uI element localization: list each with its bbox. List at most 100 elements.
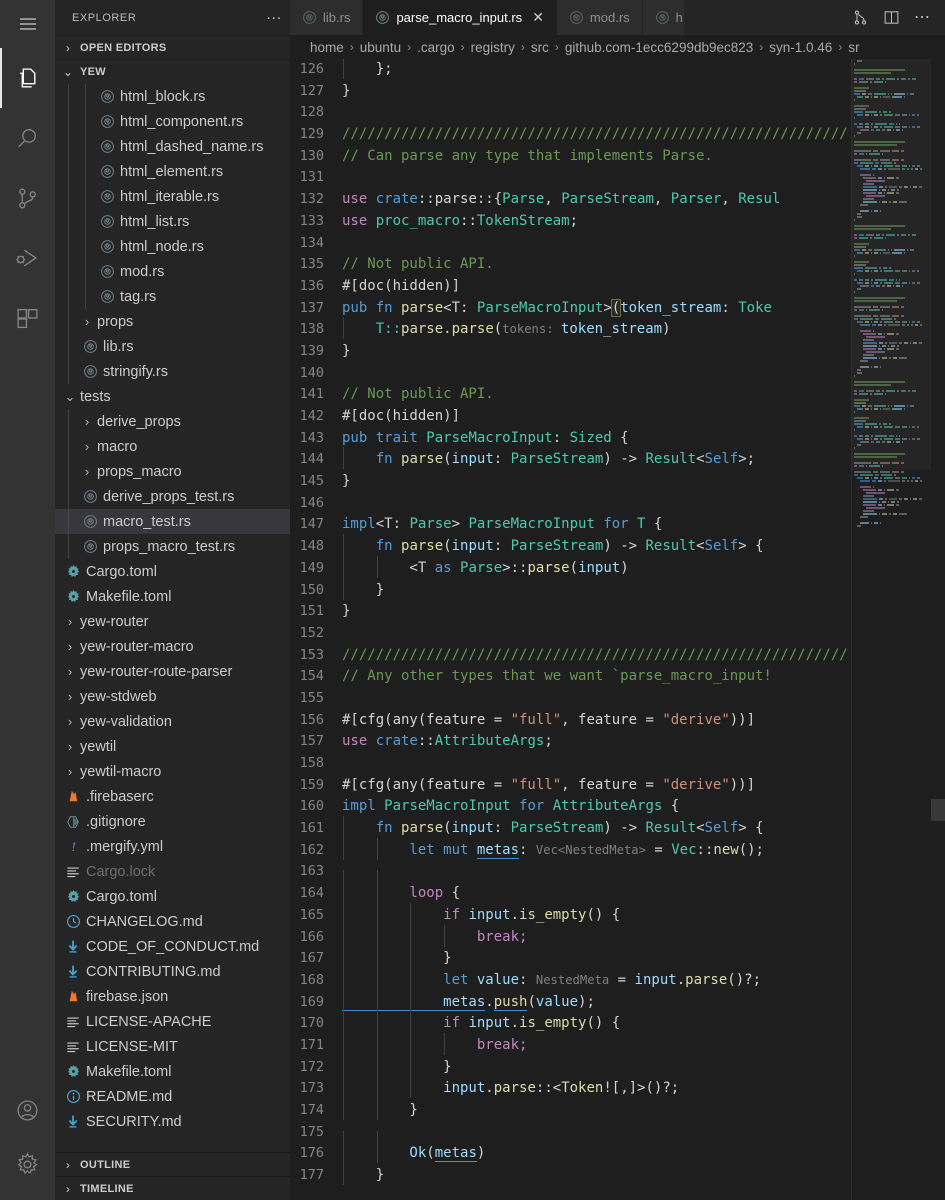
code-line[interactable]: 174 } [290, 1098, 945, 1122]
tree-item-security-md[interactable]: SECURITY.md [55, 1109, 290, 1134]
activitybar-item-manage[interactable] [0, 1140, 55, 1200]
code-line[interactable]: 141// Not public API. [290, 384, 945, 406]
code-lines[interactable]: 126 }; 127} 128 129////////////////////////… [290, 59, 945, 1187]
tree-item-html-component-rs[interactable]: html_component.rs [55, 109, 290, 134]
tree-item-yew-router-route-parser[interactable]: › yew-router-route-parser [55, 659, 290, 684]
code-line[interactable]: 149 <T as Parse>::parse(input) [290, 555, 945, 580]
minimap[interactable] [851, 59, 931, 1200]
code-line[interactable]: 159 #[cfg(any(feature = "full", feature =… [290, 775, 945, 797]
tree-item-yew-router[interactable]: › yew-router [55, 609, 290, 634]
tree-item-readme-md[interactable]: README.md [55, 1084, 290, 1109]
code-line[interactable]: 152 [290, 623, 945, 645]
code-line[interactable]: 155 [290, 688, 945, 710]
tree-item-props[interactable]: › props [55, 309, 290, 334]
code-line[interactable]: 128 [290, 102, 945, 124]
tree-item--firebaserc[interactable]: .firebaserc [55, 784, 290, 809]
activitybar-item-extensions[interactable] [0, 288, 55, 348]
tree-item--gitignore[interactable]: .gitignore [55, 809, 290, 834]
tree-item-derive-props-test-rs[interactable]: derive_props_test.rs [55, 484, 290, 509]
breadcrumb-item[interactable]: sr [848, 40, 859, 55]
tree-item-yew-router-macro[interactable]: › yew-router-macro [55, 634, 290, 659]
code-line[interactable]: 162 let mut metas: Vec<NestedMeta> = Vec… [290, 837, 945, 862]
code-line[interactable]: 154// Any other types that we want `pars… [290, 666, 945, 688]
tree-item-html-dashed-name-rs[interactable]: html_dashed_name.rs [55, 134, 290, 159]
code-line[interactable]: 129/////////////////////////////////////… [290, 124, 945, 146]
code-line[interactable]: 138 T::parse.parse(tokens: token_stream) [290, 317, 945, 341]
close-icon[interactable]: ✕ [532, 9, 544, 26]
more-actions-icon[interactable]: ⋯ [914, 9, 931, 25]
code-line[interactable]: 151} [290, 601, 945, 623]
tree-item-props-macro-test-rs[interactable]: props_macro_test.rs [55, 534, 290, 559]
code-line[interactable]: 156 #[cfg(any(feature = "full", feature =… [290, 710, 945, 732]
sidebar-section-yew[interactable]: ⌄ YEW [55, 59, 290, 83]
tree-item-yewtil-macro[interactable]: › yewtil-macro [55, 759, 290, 784]
code-line[interactable]: 132 use crate::parse::{Parse, ParseStream… [290, 189, 945, 211]
vertical-scrollbar[interactable] [931, 799, 945, 821]
split-editor-icon[interactable] [883, 9, 900, 26]
tree-item-html-list-rs[interactable]: html_list.rs [55, 209, 290, 234]
tree-item-html-iterable-rs[interactable]: html_iterable.rs [55, 184, 290, 209]
tree-item-firebase-json[interactable]: firebase.json [55, 984, 290, 1009]
code-line[interactable]: 173 input.parse::<Token![,]>()?; [290, 1076, 945, 1100]
code-line[interactable]: 153/////////////////////////////////////… [290, 645, 945, 667]
activitybar-item-source-control[interactable] [0, 168, 55, 228]
code-line[interactable]: 140 [290, 363, 945, 385]
tree-item-tests[interactable]: ⌄ tests [55, 384, 290, 409]
breadcrumb-item[interactable]: github.com-1ecc6299db9ec823 [565, 40, 753, 55]
tree-item-code-of-conduct-md[interactable]: CODE_OF_CONDUCT.md [55, 934, 290, 959]
breadcrumb-item[interactable]: src [531, 40, 549, 55]
sidebar-section-timeline[interactable]: › TIMELINE [55, 1176, 290, 1200]
code-line[interactable]: 142 #[doc(hidden)] [290, 406, 945, 428]
code-line[interactable]: 139} [290, 341, 945, 363]
tree-item-cargo-lock[interactable]: Cargo.lock [55, 859, 290, 884]
tree-item-tag-rs[interactable]: tag.rs [55, 284, 290, 309]
tab-lib-rs[interactable]: lib.rs [290, 0, 364, 35]
code-line[interactable]: 158 [290, 753, 945, 775]
breadcrumb-item[interactable]: syn-1.0.46 [769, 40, 832, 55]
code-line[interactable]: 160 impl ParseMacroInput for AttributeArg… [290, 796, 945, 818]
tree-item-yewtil[interactable]: › yewtil [55, 734, 290, 759]
activitybar-item-explorer[interactable] [0, 48, 55, 108]
sidebar-more-actions-icon[interactable]: ... [266, 7, 282, 25]
code-line[interactable]: 157 use crate::AttributeArgs; [290, 731, 945, 753]
tree-item-contributing-md[interactable]: CONTRIBUTING.md [55, 959, 290, 984]
code-line[interactable]: 130// Can parse any type that implements… [290, 146, 945, 168]
code-line[interactable]: 164 loop { [290, 881, 945, 905]
code-line[interactable]: 147 impl<T: Parse> ParseMacroInput for T … [290, 514, 945, 536]
code-line[interactable]: 134 [290, 233, 945, 255]
tree-item-license-mit[interactable]: LICENSE-MIT [55, 1034, 290, 1059]
code-line[interactable]: 144 fn parse(input: ParseStream) -> Resu… [290, 447, 945, 471]
code-line[interactable]: 171 break; [290, 1032, 945, 1057]
code-line[interactable]: 168 let value: NestedMeta = input.parse(… [290, 967, 945, 992]
code-line[interactable]: 176 Ok(metas) [290, 1141, 945, 1165]
tree-item-mod-rs[interactable]: mod.rs [55, 259, 290, 284]
code-line[interactable]: 135// Not public API. [290, 254, 945, 276]
breadcrumb-item[interactable]: home [310, 40, 344, 55]
minimap-slider[interactable] [851, 59, 931, 470]
tree-item-macro[interactable]: › macro [55, 434, 290, 459]
code-line[interactable]: 133 use proc_macro::TokenStream; [290, 211, 945, 233]
code-line[interactable]: 163 [290, 861, 945, 893]
breadcrumb-item[interactable]: ubuntu [360, 40, 401, 55]
sidebar-section-outline[interactable]: › OUTLINE [55, 1152, 290, 1176]
code-line[interactable]: 136 #[doc(hidden)] [290, 276, 945, 298]
code-line[interactable]: 170 if input.is_empty() { [290, 1011, 945, 1035]
tree-item-html-block-rs[interactable]: html_block.rs [55, 84, 290, 109]
tree-item-props-macro[interactable]: › props_macro [55, 459, 290, 484]
code-line[interactable]: 161 fn parse(input: ParseStream) -> Resu… [290, 816, 945, 840]
hamburger-menu-icon[interactable] [0, 0, 55, 48]
tree-item-yew-validation[interactable]: › yew-validation [55, 709, 290, 734]
breadcrumb[interactable]: home › ubuntu › .cargo › registry › src › github.c… [290, 35, 945, 59]
code-line[interactable]: 148 fn parse(input: ParseStream) -> Resu… [290, 534, 945, 558]
code-line[interactable]: 126 }; [290, 59, 945, 81]
tree-item-derive-props[interactable]: › derive_props [55, 409, 290, 434]
code-line[interactable]: 165 if input.is_empty() { [290, 902, 945, 927]
code-editor[interactable]: 126 }; 127} 128 129////////////////////////… [290, 59, 945, 1200]
tree-item--mergify-yml[interactable]: ! .mergify.yml [55, 834, 290, 859]
tree-item-cargo-toml[interactable]: Cargo.toml [55, 884, 290, 909]
code-line[interactable]: 177 } [290, 1163, 945, 1187]
tree-item-license-apache[interactable]: LICENSE-APACHE [55, 1009, 290, 1034]
code-line[interactable]: 143 pub trait ParseMacroInput: Sized { [290, 428, 945, 450]
code-line[interactable]: 169 metas.push(value); [290, 989, 945, 1014]
tree-item-stringify-rs[interactable]: stringify.rs [55, 359, 290, 384]
